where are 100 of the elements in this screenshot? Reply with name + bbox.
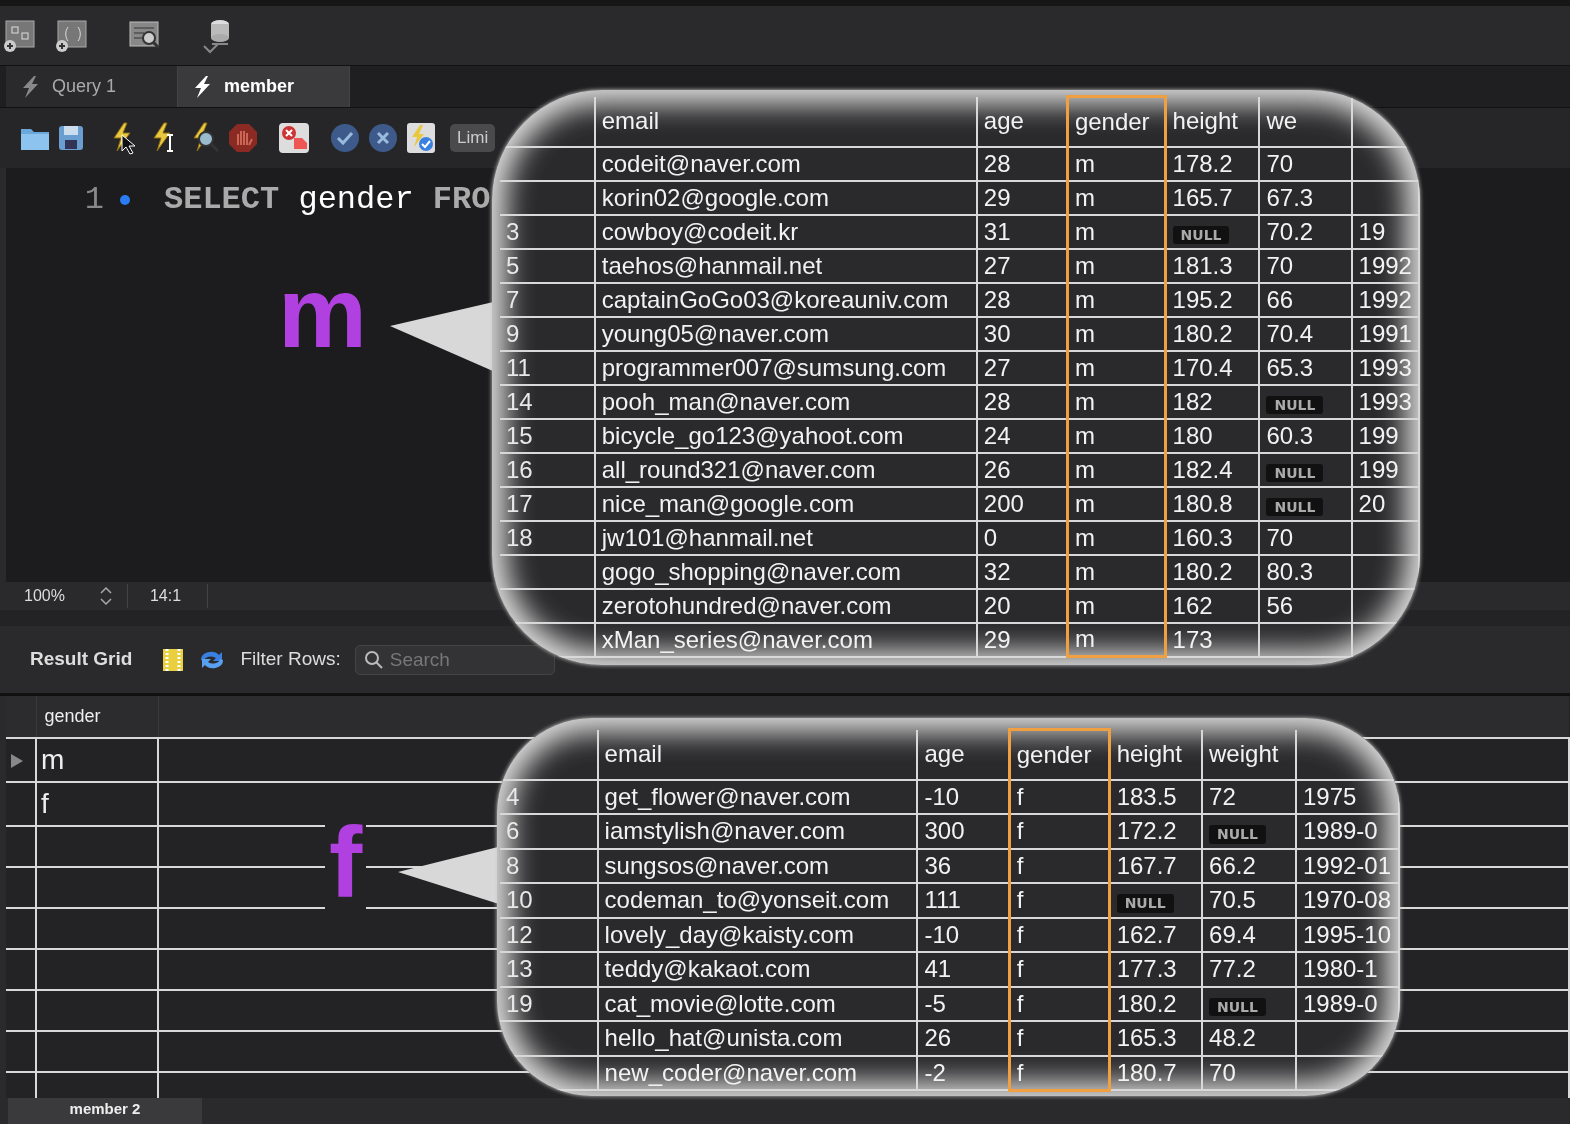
table-cell: 180.2 <box>1116 989 1177 1017</box>
table-cell: 66 <box>1266 285 1294 313</box>
clear-icon[interactable] <box>278 122 310 154</box>
table-cell: 300 <box>924 817 965 845</box>
table-cell: m <box>1074 591 1095 619</box>
add-diagram-icon[interactable] <box>2 18 36 53</box>
tab[interactable]: member 2 <box>8 1098 202 1124</box>
callout-letter: m <box>278 262 367 362</box>
table-cell: 1992-01 <box>1302 851 1392 879</box>
table-cell: 199 <box>1358 455 1399 483</box>
save-icon[interactable] <box>58 125 84 151</box>
table-cell: -2 <box>924 1058 946 1086</box>
table-cell: 1992 <box>1358 285 1412 313</box>
table-cell: m <box>1074 625 1095 653</box>
column-header: height <box>1165 96 1260 147</box>
table-cell: 1989-0 <box>1302 989 1378 1017</box>
table-cell: 69.4 <box>1209 920 1256 948</box>
table-cell: m <box>1074 557 1095 585</box>
check-icon[interactable] <box>330 123 360 153</box>
table-cell: 70 <box>1266 149 1294 177</box>
table-cell: 48.2 <box>1209 1024 1256 1052</box>
cursor-position: 14:1 <box>126 584 209 608</box>
table-cell: bicycle_go123@yahoot.com <box>601 421 904 449</box>
line-number: 1 <box>83 180 104 220</box>
table-cell: 70 <box>1209 1058 1236 1086</box>
table-cell: 180.2 <box>1172 557 1233 585</box>
table-cell: teddy@kakaot.com <box>604 955 811 983</box>
table-cell: -10 <box>924 782 960 810</box>
search-field[interactable]: Search <box>354 644 555 675</box>
table-cell: -5 <box>924 989 946 1017</box>
table-cell: 195.2 <box>1172 285 1233 313</box>
table-cell: 28 <box>983 149 1011 177</box>
table-cell: 32 <box>983 557 1011 585</box>
stepper-icon[interactable] <box>98 585 113 607</box>
table-cell: f <box>1016 1024 1024 1052</box>
table-cell: 180 <box>1172 421 1213 449</box>
table-cell: 20 <box>1358 489 1386 517</box>
table-cell: 182 <box>1172 387 1213 415</box>
cancel-icon[interactable] <box>368 123 398 153</box>
table-cell: all_round321@naver.com <box>601 455 876 483</box>
table-cell: young05@naver.com <box>601 319 829 347</box>
row-number: 17 <box>506 489 533 517</box>
column-header: gender <box>1009 729 1110 780</box>
column-header: height <box>1109 729 1203 780</box>
table-cell: m <box>1074 421 1095 449</box>
table-cell: 162 <box>1172 591 1213 619</box>
add-function-icon[interactable] <box>54 18 88 53</box>
table-cell: 28 <box>983 387 1011 415</box>
table-cell: m <box>1074 353 1095 381</box>
tab[interactable]: member <box>178 66 350 107</box>
table-cell: 29 <box>983 625 1011 653</box>
table-cell: nice_man@google.com <box>601 489 855 517</box>
row-number: 8 <box>506 851 520 879</box>
table-cell: 65.3 <box>1266 353 1314 381</box>
sql-code: SELECT gender FRO <box>164 180 491 220</box>
table-cell: 60.3 <box>1266 421 1314 449</box>
table-cell: 56 <box>1266 591 1294 619</box>
table-cell: 36 <box>924 851 952 879</box>
table-cell: 181.3 <box>1172 251 1233 279</box>
column-header: email <box>594 96 977 147</box>
table-cell: 178.2 <box>1172 149 1233 177</box>
table-cell: cat_movie@lotte.com <box>604 989 836 1017</box>
tab[interactable]: Query 1 <box>6 66 178 107</box>
grid-icon[interactable] <box>162 647 185 672</box>
table-cell: 26 <box>983 455 1011 483</box>
table-cell: m <box>1074 319 1095 347</box>
table-cell: f <box>1016 989 1024 1017</box>
table-cell: 1989-0 <box>1302 817 1378 845</box>
table-cell: m <box>1074 217 1095 245</box>
table-cell: 199 <box>1358 421 1399 449</box>
row-number: 11 <box>506 353 531 381</box>
table-cell: f <box>36 782 158 826</box>
table-cell: 27 <box>983 251 1011 279</box>
row-number: 16 <box>506 455 533 483</box>
table-cell: 180.8 <box>1172 489 1233 517</box>
table-cell: cowboy@codeit.kr <box>601 217 799 245</box>
table-cell: 26 <box>924 1024 952 1052</box>
column-header: we <box>1259 96 1352 147</box>
table-cell: 70 <box>1266 523 1294 551</box>
table-cell: 200 <box>983 489 1024 517</box>
stop-icon[interactable] <box>228 123 258 153</box>
table-cell: 1991 <box>1358 319 1412 347</box>
row-number: 5 <box>506 251 520 279</box>
table-cell: m <box>1074 183 1095 211</box>
table-cell: f <box>1016 782 1024 810</box>
table-cell: 27 <box>983 353 1011 381</box>
autocommit-icon[interactable] <box>406 122 436 154</box>
null-badge: NULL <box>1266 497 1324 516</box>
table-cell: 1993 <box>1358 353 1412 381</box>
table-cell: 70 <box>1266 251 1294 279</box>
limit-button[interactable]: Limi <box>450 123 496 153</box>
result-grid-label: Result Grid <box>30 647 133 672</box>
table-cell: 183.5 <box>1116 782 1177 810</box>
table-cell: 41 <box>924 955 952 983</box>
table-cell: 1980-1 <box>1302 955 1378 983</box>
table-cell: 1970-08 <box>1302 886 1392 914</box>
null-badge: NULL <box>1116 894 1174 913</box>
table-cell: m <box>1074 387 1095 415</box>
table-cell: 80.3 <box>1266 557 1314 585</box>
table-cell: gogo_shopping@naver.com <box>601 557 901 585</box>
